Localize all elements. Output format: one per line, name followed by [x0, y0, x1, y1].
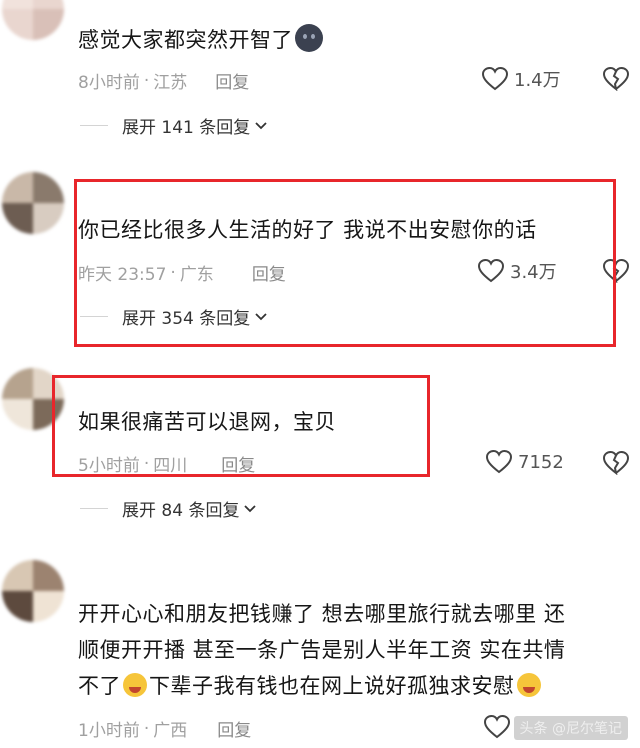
comment-time: 8小时前 — [78, 73, 140, 93]
divider — [80, 508, 108, 509]
divider — [80, 125, 108, 126]
comment-text: 感觉大家都突然开智了 — [78, 22, 323, 58]
comment-line: 不了 下辈子我有钱也在网上说好孤独求安慰 — [78, 668, 638, 704]
reply-button[interactable]: 回复 — [217, 716, 251, 741]
comment-line: 顺便开开播 甚至一条广告是别人半年工资 实在共情 — [78, 638, 566, 662]
heart-icon — [482, 67, 508, 91]
avatar[interactable] — [2, 560, 64, 622]
comment-location: 江苏 — [153, 73, 188, 93]
highlight-box — [74, 179, 616, 347]
highlight-box — [52, 375, 430, 477]
like-button[interactable]: 7152 — [486, 450, 564, 474]
broken-heart-icon — [602, 66, 630, 92]
comment-line: 开开心心和朋友把钱赚了 想去哪里旅行就去哪里 还 — [78, 602, 566, 626]
comment-meta: 8小时前 · 江苏 回复 — [78, 68, 249, 94]
comment-time: 1小时前 — [78, 721, 140, 741]
like-button[interactable]: 1.4万 — [482, 66, 561, 92]
new-moon-face-emoji-icon — [295, 24, 323, 52]
comment-meta: 1小时前 · 广西 回复 — [78, 716, 251, 742]
like-count: 1.4万 — [514, 70, 561, 91]
dislike-button[interactable] — [602, 450, 630, 479]
chevron-down-icon — [244, 504, 257, 512]
like-button[interactable] — [484, 715, 516, 739]
heart-icon — [484, 715, 510, 739]
comment-text: 开开心心和朋友把钱赚了 想去哪里旅行就去哪里 还 顺便开开播 甚至一条广告是别人… — [78, 596, 638, 704]
avatar[interactable] — [2, 172, 64, 234]
broken-heart-icon — [602, 450, 630, 476]
smiling-face-emoji-icon — [516, 673, 541, 697]
comment-location: 广西 — [153, 721, 188, 741]
chevron-down-icon — [255, 121, 267, 129]
expand-replies-button[interactable]: 展开 141 条回复 — [80, 113, 268, 138]
reply-button[interactable]: 回复 — [215, 68, 249, 93]
avatar[interactable] — [2, 0, 64, 40]
watermark: 头条 @尼尔笔记 — [513, 716, 628, 740]
tongue-face-emoji-icon — [123, 673, 147, 697]
expand-replies-button[interactable]: 展开 84 条回复 — [80, 496, 257, 521]
dislike-button[interactable] — [602, 66, 630, 95]
heart-icon — [486, 450, 512, 474]
like-count: 7152 — [518, 451, 564, 473]
